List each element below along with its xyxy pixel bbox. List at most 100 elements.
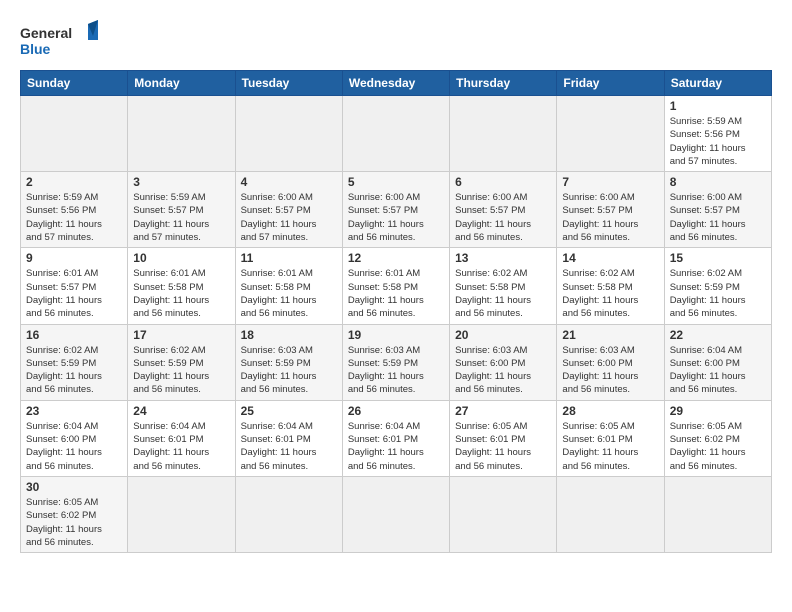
day-info: Sunrise: 5:59 AM Sunset: 5:57 PM Dayligh… <box>133 191 229 244</box>
calendar-cell: 24 Sunrise: 6:04 AM Sunset: 6:01 PM Dayli… <box>128 400 235 476</box>
logo-svg: General Blue <box>20 20 100 60</box>
day-number: 24 <box>133 404 229 418</box>
day-number: 2 <box>26 175 122 189</box>
day-info: Sunrise: 6:05 AM Sunset: 6:02 PM Dayligh… <box>670 420 766 473</box>
svg-text:General: General <box>20 25 72 41</box>
calendar-cell: 22 Sunrise: 6:04 AM Sunset: 6:00 PM Dayli… <box>664 324 771 400</box>
calendar-cell: 19 Sunrise: 6:03 AM Sunset: 5:59 PM Dayli… <box>342 324 449 400</box>
calendar-cell: 3Sunrise: 5:59 AM Sunset: 5:57 PM Daylig… <box>128 172 235 248</box>
calendar-cell <box>664 476 771 552</box>
day-number: 6 <box>455 175 551 189</box>
calendar-table: SundayMondayTuesdayWednesdayThursdayFrid… <box>20 70 772 553</box>
day-number: 12 <box>348 251 444 265</box>
day-info: Sunrise: 6:04 AM Sunset: 6:01 PM Dayligh… <box>241 420 337 473</box>
calendar-cell <box>342 476 449 552</box>
weekday-friday: Friday <box>557 71 664 96</box>
day-number: 23 <box>26 404 122 418</box>
calendar-cell: 21Sunrise: 6:03 AM Sunset: 6:00 PM Dayli… <box>557 324 664 400</box>
day-info: Sunrise: 6:01 AM Sunset: 5:58 PM Dayligh… <box>241 267 337 320</box>
day-number: 18 <box>241 328 337 342</box>
day-number: 20 <box>455 328 551 342</box>
calendar-cell: 12 Sunrise: 6:01 AM Sunset: 5:58 PM Dayli… <box>342 248 449 324</box>
calendar-week-2: 2 Sunrise: 5:59 AM Sunset: 5:56 PM Daylig… <box>21 172 772 248</box>
calendar-cell: 25 Sunrise: 6:04 AM Sunset: 6:01 PM Dayli… <box>235 400 342 476</box>
calendar-cell: 16 Sunrise: 6:02 AM Sunset: 5:59 PM Dayli… <box>21 324 128 400</box>
calendar-cell: 17 Sunrise: 6:02 AM Sunset: 5:59 PM Dayli… <box>128 324 235 400</box>
day-info: Sunrise: 6:00 AM Sunset: 5:57 PM Dayligh… <box>562 191 658 244</box>
day-number: 1 <box>670 99 766 113</box>
weekday-monday: Monday <box>128 71 235 96</box>
weekday-sunday: Sunday <box>21 71 128 96</box>
calendar-cell <box>450 96 557 172</box>
calendar-cell: 7 Sunrise: 6:00 AM Sunset: 5:57 PM Daylig… <box>557 172 664 248</box>
day-number: 26 <box>348 404 444 418</box>
calendar-cell: 9Sunrise: 6:01 AM Sunset: 5:57 PM Daylig… <box>21 248 128 324</box>
day-info: Sunrise: 6:04 AM Sunset: 6:00 PM Dayligh… <box>670 344 766 397</box>
calendar-cell: 6Sunrise: 6:00 AM Sunset: 5:57 PM Daylig… <box>450 172 557 248</box>
calendar-cell: 10 Sunrise: 6:01 AM Sunset: 5:58 PM Dayli… <box>128 248 235 324</box>
calendar-cell: 23 Sunrise: 6:04 AM Sunset: 6:00 PM Dayli… <box>21 400 128 476</box>
day-info: Sunrise: 6:02 AM Sunset: 5:59 PM Dayligh… <box>26 344 122 397</box>
day-info: Sunrise: 6:02 AM Sunset: 5:59 PM Dayligh… <box>670 267 766 320</box>
day-number: 19 <box>348 328 444 342</box>
page-header: General Blue <box>20 20 772 60</box>
weekday-saturday: Saturday <box>664 71 771 96</box>
day-info: Sunrise: 6:00 AM Sunset: 5:57 PM Dayligh… <box>670 191 766 244</box>
calendar-cell: 4Sunrise: 6:00 AM Sunset: 5:57 PM Daylig… <box>235 172 342 248</box>
day-info: Sunrise: 6:02 AM Sunset: 5:59 PM Dayligh… <box>133 344 229 397</box>
logo: General Blue <box>20 20 100 60</box>
calendar-cell <box>235 476 342 552</box>
day-number: 10 <box>133 251 229 265</box>
day-info: Sunrise: 6:04 AM Sunset: 6:01 PM Dayligh… <box>348 420 444 473</box>
day-number: 30 <box>26 480 122 494</box>
day-number: 17 <box>133 328 229 342</box>
day-info: Sunrise: 6:03 AM Sunset: 5:59 PM Dayligh… <box>241 344 337 397</box>
day-number: 11 <box>241 251 337 265</box>
calendar-cell <box>557 476 664 552</box>
calendar-week-5: 23 Sunrise: 6:04 AM Sunset: 6:00 PM Dayli… <box>21 400 772 476</box>
weekday-header-row: SundayMondayTuesdayWednesdayThursdayFrid… <box>21 71 772 96</box>
day-info: Sunrise: 6:00 AM Sunset: 5:57 PM Dayligh… <box>241 191 337 244</box>
calendar-cell: 8 Sunrise: 6:00 AM Sunset: 5:57 PM Daylig… <box>664 172 771 248</box>
calendar-week-6: 30 Sunrise: 6:05 AM Sunset: 6:02 PM Dayli… <box>21 476 772 552</box>
day-number: 8 <box>670 175 766 189</box>
calendar-cell <box>128 96 235 172</box>
calendar-cell: 29 Sunrise: 6:05 AM Sunset: 6:02 PM Dayli… <box>664 400 771 476</box>
day-info: Sunrise: 6:01 AM Sunset: 5:58 PM Dayligh… <box>348 267 444 320</box>
calendar-cell: 18 Sunrise: 6:03 AM Sunset: 5:59 PM Dayli… <box>235 324 342 400</box>
day-info: Sunrise: 6:02 AM Sunset: 5:58 PM Dayligh… <box>562 267 658 320</box>
calendar-cell: 27 Sunrise: 6:05 AM Sunset: 6:01 PM Dayli… <box>450 400 557 476</box>
day-number: 16 <box>26 328 122 342</box>
day-number: 21 <box>562 328 658 342</box>
day-number: 25 <box>241 404 337 418</box>
day-info: Sunrise: 6:04 AM Sunset: 6:01 PM Dayligh… <box>133 420 229 473</box>
calendar-cell: 2 Sunrise: 5:59 AM Sunset: 5:56 PM Daylig… <box>21 172 128 248</box>
calendar-body: 1 Sunrise: 5:59 AM Sunset: 5:56 PM Daylig… <box>21 96 772 553</box>
weekday-thursday: Thursday <box>450 71 557 96</box>
day-number: 7 <box>562 175 658 189</box>
calendar-cell: 13 Sunrise: 6:02 AM Sunset: 5:58 PM Dayli… <box>450 248 557 324</box>
day-info: Sunrise: 6:01 AM Sunset: 5:58 PM Dayligh… <box>133 267 229 320</box>
day-number: 29 <box>670 404 766 418</box>
day-number: 27 <box>455 404 551 418</box>
day-number: 22 <box>670 328 766 342</box>
day-info: Sunrise: 6:05 AM Sunset: 6:01 PM Dayligh… <box>562 420 658 473</box>
day-number: 13 <box>455 251 551 265</box>
day-info: Sunrise: 5:59 AM Sunset: 5:56 PM Dayligh… <box>26 191 122 244</box>
day-info: Sunrise: 6:04 AM Sunset: 6:00 PM Dayligh… <box>26 420 122 473</box>
day-info: Sunrise: 6:05 AM Sunset: 6:01 PM Dayligh… <box>455 420 551 473</box>
day-number: 14 <box>562 251 658 265</box>
calendar-cell: 1Sunrise: 5:59 AM Sunset: 5:56 PM Daylig… <box>664 96 771 172</box>
calendar-week-4: 16 Sunrise: 6:02 AM Sunset: 5:59 PM Dayli… <box>21 324 772 400</box>
calendar-header: SundayMondayTuesdayWednesdayThursdayFrid… <box>21 71 772 96</box>
day-info: Sunrise: 6:03 AM Sunset: 5:59 PM Dayligh… <box>348 344 444 397</box>
calendar-cell <box>21 96 128 172</box>
day-info: Sunrise: 6:02 AM Sunset: 5:58 PM Dayligh… <box>455 267 551 320</box>
day-number: 28 <box>562 404 658 418</box>
calendar-cell: 28 Sunrise: 6:05 AM Sunset: 6:01 PM Dayli… <box>557 400 664 476</box>
weekday-tuesday: Tuesday <box>235 71 342 96</box>
calendar-cell <box>342 96 449 172</box>
calendar-cell: 11 Sunrise: 6:01 AM Sunset: 5:58 PM Dayli… <box>235 248 342 324</box>
day-info: Sunrise: 6:05 AM Sunset: 6:02 PM Dayligh… <box>26 496 122 549</box>
calendar-cell: 30 Sunrise: 6:05 AM Sunset: 6:02 PM Dayli… <box>21 476 128 552</box>
